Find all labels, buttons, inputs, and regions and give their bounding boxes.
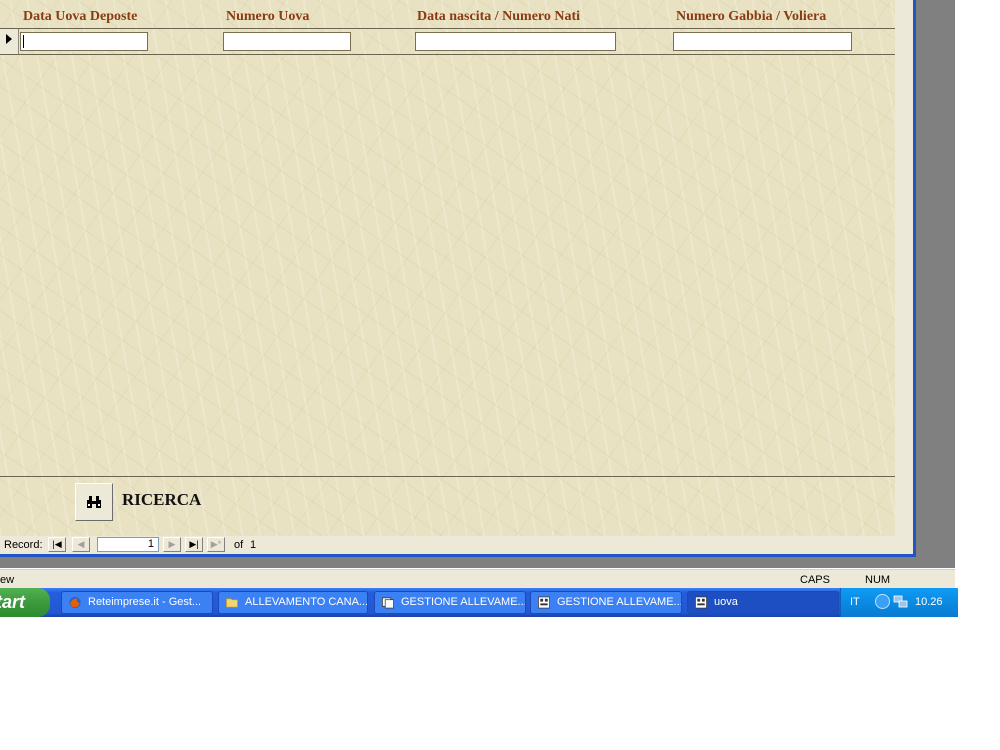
taskbar-item-gestione-2[interactable]: GESTIONE ALLEVAME... xyxy=(530,591,682,614)
numero-gabbia-field[interactable] xyxy=(673,32,852,51)
taskbar-item-label: Reteimprese.it - Gest... xyxy=(88,596,202,608)
access-icon xyxy=(382,597,394,609)
first-record-button[interactable]: |◀ xyxy=(48,537,66,552)
form-detail-area: Data Uova Deposte Numero Uova Data nasci… xyxy=(0,0,895,536)
clock[interactable]: 10.26 xyxy=(915,596,943,608)
previous-record-button[interactable]: ◀ xyxy=(72,537,90,552)
column-header-data-uova-deposte: Data Uova Deposte xyxy=(23,9,138,24)
current-record-arrow-icon xyxy=(6,34,12,44)
network-icon[interactable] xyxy=(893,595,909,609)
data-uova-deposte-field[interactable] xyxy=(20,32,148,51)
record-selector[interactable] xyxy=(0,29,19,54)
taskbar-item-gestione-1[interactable]: GESTIONE ALLEVAME... xyxy=(374,591,526,614)
form-icon xyxy=(538,596,550,609)
taskbar-item-allevamento[interactable]: ALLEVAMENTO CANA... xyxy=(218,591,368,614)
row-divider xyxy=(0,54,895,55)
binoculars-icon xyxy=(87,496,101,508)
new-record-button[interactable]: ▶* xyxy=(207,537,225,552)
firefox-icon xyxy=(69,596,81,609)
data-nascita-field[interactable] xyxy=(415,32,616,51)
show-hidden-icons-chevron-icon[interactable] xyxy=(875,594,890,609)
next-record-button[interactable]: ▶ xyxy=(163,537,181,552)
taskbar-item-label: GESTIONE ALLEVAME... xyxy=(401,596,526,608)
status-text: ew xyxy=(0,574,15,586)
column-header-numero-uova: Numero Uova xyxy=(226,9,310,24)
record-total: 1 xyxy=(250,539,257,551)
search-button[interactable] xyxy=(75,483,113,521)
taskbar-item-label: ALLEVAMENTO CANA... xyxy=(245,596,368,608)
status-bar: ew CAPS NUM xyxy=(0,569,955,589)
footer-divider xyxy=(0,476,895,477)
taskbar-item-uova[interactable]: uova xyxy=(687,591,839,614)
num-indicator: NUM xyxy=(865,574,891,586)
text-caret xyxy=(23,35,24,48)
record-of-label: of xyxy=(234,539,244,551)
language-indicator[interactable]: IT xyxy=(850,596,860,608)
caps-indicator: CAPS xyxy=(800,574,830,586)
numero-uova-field[interactable] xyxy=(223,32,351,51)
header-divider xyxy=(0,28,895,29)
form-window: Data Uova Deposte Numero Uova Data nasci… xyxy=(0,0,916,557)
record-navigation-bar: Record: |◀ ◀ 1 ▶ ▶| ▶* of 1 xyxy=(0,536,913,554)
column-header-numero-gabbia: Numero Gabbia / Voliera xyxy=(676,9,827,24)
start-button[interactable]: tart xyxy=(0,588,50,617)
record-label: Record: xyxy=(4,539,43,551)
record-number-input[interactable]: 1 xyxy=(97,537,159,552)
form-icon xyxy=(695,596,707,609)
search-label: RICERCA xyxy=(122,490,202,509)
column-header-data-nascita: Data nascita / Numero Nati xyxy=(417,9,581,24)
last-record-button[interactable]: ▶| xyxy=(185,537,203,552)
taskbar-item-label: uova xyxy=(714,596,738,608)
taskbar-item-reteimprese[interactable]: Reteimprese.it - Gest... xyxy=(61,591,213,614)
folder-icon xyxy=(226,598,238,608)
taskbar-item-label: GESTIONE ALLEVAME... xyxy=(557,596,682,608)
taskbar: tart Reteimprese.it - Gest... ALLEVAMENT… xyxy=(0,588,958,617)
